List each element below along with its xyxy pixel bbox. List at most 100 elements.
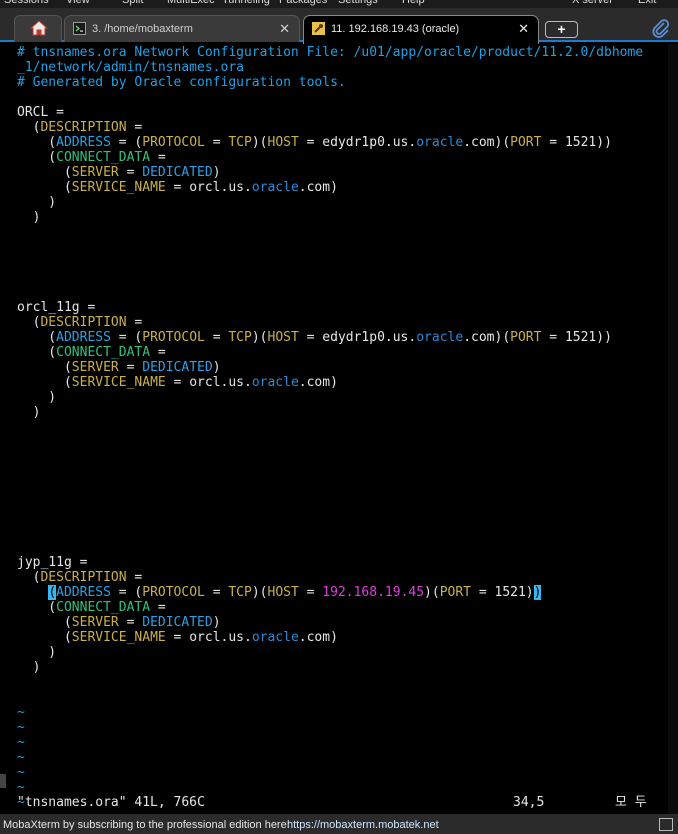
editor-token: jyp_11g =: [17, 555, 88, 570]
editor-token: (: [17, 600, 57, 615]
paperclip-icon[interactable]: [652, 19, 670, 39]
editor-token: (: [17, 165, 72, 180]
editor-line: (DESCRIPTION =: [17, 570, 143, 585]
editor-token: ~: [17, 765, 25, 780]
editor-token: )(: [424, 585, 440, 600]
editor-token: TCP: [228, 135, 252, 150]
editor-token: ): [17, 195, 57, 210]
terminal-scrollbar[interactable]: [668, 44, 678, 814]
side-gutter: [0, 44, 10, 814]
editor-token: (: [17, 180, 72, 195]
editor-token: =: [150, 345, 166, 360]
editor-line: ): [17, 210, 41, 225]
menu-item-sessions[interactable]: Sessions: [4, 0, 49, 6]
editor-line: ~: [17, 720, 25, 735]
editor-token: ): [212, 165, 221, 180]
editor-token: (: [17, 315, 41, 330]
editor-token: ADDRESS: [56, 135, 111, 150]
editor-line: (CONNECT_DATA =: [17, 150, 166, 165]
editor-token: ORCL =: [17, 105, 64, 120]
editor-token: DESCRIPTION: [40, 570, 127, 585]
editor-token: 192.168.19.45: [322, 585, 425, 600]
menu-item-split[interactable]: Split: [122, 0, 143, 6]
editor-token: .com)(: [463, 330, 511, 345]
terminal-icon: [73, 22, 86, 35]
terminal-screen[interactable]: # tnsnames.ora Network Configuration Fil…: [10, 44, 668, 825]
editor-token: = (: [110, 330, 143, 345]
tab-ssh-session[interactable]: 11. 192.168.19.43 (oracle) ✕: [303, 15, 539, 44]
menu-item-exit[interactable]: Exit: [638, 0, 656, 6]
home-tab[interactable]: [14, 15, 62, 42]
editor-token: HOST: [267, 585, 299, 600]
editor-token: DEDICATED: [142, 615, 213, 630]
editor-token: (: [17, 135, 57, 150]
editor-line: ~: [17, 750, 25, 765]
menu-item-settings[interactable]: Settings: [338, 0, 378, 6]
editor-token: ): [212, 360, 221, 375]
editor-token: CONNECT_DATA: [56, 150, 151, 165]
footer-box-icon[interactable]: [659, 818, 673, 831]
new-tab-button[interactable]: +: [545, 21, 578, 38]
editor-line: ORCL =: [17, 105, 64, 120]
tab-local-terminal[interactable]: 3. /home/mobaxterm ✕: [64, 15, 300, 42]
menu-item-view[interactable]: View: [66, 0, 90, 6]
editor-line: # tnsnames.ora Network Configuration Fil…: [17, 45, 643, 60]
close-tab-local-icon[interactable]: ✕: [279, 21, 290, 37]
editor-token: ~: [17, 705, 25, 720]
editor-line: (CONNECT_DATA =: [17, 600, 165, 615]
editor-token: oracle: [251, 630, 299, 645]
editor-token: .com): [298, 180, 338, 195]
menu-item-help[interactable]: Help: [402, 0, 425, 6]
editor-token: =: [126, 315, 143, 330]
editor-token: =: [150, 150, 166, 165]
text-cursor: (: [48, 585, 57, 600]
menu-item-tunneling[interactable]: Tunneling: [222, 0, 270, 6]
footer-link[interactable]: https://mobaxterm.mobatek.net: [287, 819, 439, 831]
editor-token: # tnsnames.ora Network Configuration Fil…: [17, 45, 644, 60]
editor-line: ): [17, 660, 41, 675]
footer-bar: MobaXterm by subscribing to the professi…: [0, 814, 678, 834]
editor-token: PORT: [510, 135, 542, 150]
editor-line: (DESCRIPTION =: [17, 120, 143, 135]
editor-line: ): [17, 195, 56, 210]
editor-token: =: [126, 120, 143, 135]
editor-token: .com): [298, 375, 338, 390]
editor-token: oracle: [251, 180, 299, 195]
menu-item-x-server[interactable]: X server: [572, 0, 613, 6]
editor-token: oracle: [416, 135, 464, 150]
editor-line: # Generated by Oracle configuration tool…: [17, 75, 346, 90]
editor-token: =: [204, 585, 229, 600]
editor-token: = (: [110, 135, 143, 150]
close-tab-ssh-icon[interactable]: ✕: [518, 21, 529, 37]
editor-token: =: [126, 570, 143, 585]
editor-token: = 1521): [471, 585, 534, 600]
editor-line: ~: [17, 780, 25, 795]
side-handle[interactable]: [0, 774, 6, 788]
editor-token: =: [118, 360, 143, 375]
editor-token: _1/network/admin/tnsnames.ora: [17, 60, 244, 75]
editor-line: (ADDRESS = (PROTOCOL = TCP)(HOST = 192.1…: [17, 585, 542, 600]
editor-token: (: [17, 330, 57, 345]
editor-token: )(: [251, 135, 268, 150]
editor-token: ): [17, 405, 41, 420]
editor-line: jyp_11g =: [17, 555, 87, 570]
editor-line: (CONNECT_DATA =: [17, 345, 166, 360]
home-icon: [30, 20, 48, 36]
editor-token: = edydr1p0.us.: [298, 330, 417, 345]
editor-token: (: [17, 345, 57, 360]
editor-token: SERVICE_NAME: [71, 630, 166, 645]
tab-ssh-label: 11. 192.168.19.43 (oracle): [331, 23, 460, 35]
editor-token: # Generated by Oracle configuration tool…: [17, 75, 346, 90]
tab-bar: 3. /home/mobaxterm ✕ 11. 192.168.19.43 (…: [0, 8, 678, 44]
editor-line: (SERVICE_NAME = orcl.us.oracle.com): [17, 180, 338, 195]
menu-item-multiexec[interactable]: MultiExec: [167, 0, 215, 6]
editor-token: oracle: [251, 375, 299, 390]
editor-token: ADDRESS: [56, 330, 111, 345]
editor-token: = 1521)): [541, 330, 612, 345]
menu-item-packages[interactable]: Packages: [279, 0, 327, 6]
editor-token: oracle: [416, 330, 464, 345]
editor-token: ): [212, 615, 221, 630]
editor-token: DESCRIPTION: [40, 315, 127, 330]
editor-line: (SERVER = DEDICATED): [17, 360, 221, 375]
editor-token: =: [118, 165, 143, 180]
